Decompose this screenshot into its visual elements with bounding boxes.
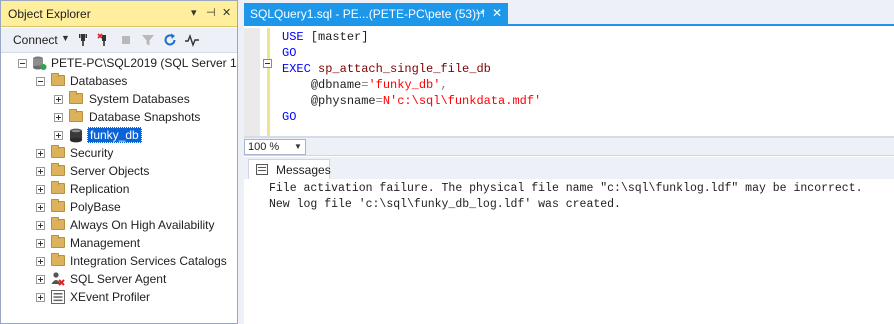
collapse-icon[interactable] bbox=[18, 59, 27, 68]
tree-label-system-databases: System Databases bbox=[89, 92, 190, 106]
expand-icon[interactable] bbox=[54, 113, 63, 122]
tree-node-integration-services[interactable]: Integration Services Catalogs bbox=[1, 253, 237, 271]
xevent-profiler-icon bbox=[51, 290, 65, 304]
folder-icon bbox=[51, 253, 65, 266]
expand-icon[interactable] bbox=[36, 203, 45, 212]
expand-icon[interactable] bbox=[36, 239, 45, 248]
message-line: File activation failure. The physical fi… bbox=[269, 182, 863, 195]
expand-icon[interactable] bbox=[36, 293, 45, 302]
query-tab-title: SQLQuery1.sql - PE...(PETE-PC\pete (53))… bbox=[250, 7, 485, 21]
connect-icon[interactable] bbox=[75, 32, 91, 48]
message-line: New log file 'c:\sql\funky_db_log.ldf' w… bbox=[269, 198, 621, 211]
folder-icon bbox=[51, 181, 65, 194]
tree-node-security[interactable]: Security bbox=[1, 145, 237, 163]
code-line: @physname=N'c:\sql\funkdata.mdf' bbox=[310, 94, 542, 108]
tree-label-always-on: Always On High Availability bbox=[70, 218, 215, 232]
tree-node-always-on[interactable]: Always On High Availability bbox=[1, 217, 237, 235]
messages-pane: File activation failure. The physical fi… bbox=[244, 179, 894, 324]
tree-label-databases: Databases bbox=[70, 74, 128, 88]
tree-label-replication: Replication bbox=[70, 182, 130, 196]
folder-icon bbox=[51, 145, 65, 158]
folder-icon bbox=[51, 217, 65, 230]
window-position-icon[interactable]: ▾ bbox=[191, 6, 197, 19]
filter-icon[interactable] bbox=[140, 32, 156, 48]
expand-icon[interactable] bbox=[36, 149, 45, 158]
tree-label-management: Management bbox=[70, 236, 141, 250]
tree-label-server-objects: Server Objects bbox=[70, 164, 150, 178]
editor-gutter bbox=[244, 28, 260, 136]
database-icon bbox=[70, 128, 82, 143]
auto-hide-pin-icon[interactable]: ⊣ bbox=[206, 6, 216, 19]
disconnect-icon[interactable] bbox=[96, 32, 112, 48]
tree-node-databases[interactable]: Databases bbox=[1, 73, 237, 91]
refresh-icon[interactable] bbox=[162, 32, 178, 48]
query-tab[interactable]: SQLQuery1.sql - PE...(PETE-PC\pete (53))… bbox=[244, 3, 508, 26]
tree-node-database-snapshots[interactable]: Database Snapshots bbox=[1, 109, 237, 127]
expand-icon[interactable] bbox=[36, 185, 45, 194]
messages-tab[interactable]: Messages bbox=[248, 159, 331, 179]
folder-icon bbox=[51, 235, 65, 248]
tree-node-funky-db[interactable]: funky_db bbox=[1, 127, 237, 145]
tree-label-integration-services: Integration Services Catalogs bbox=[70, 254, 227, 268]
folder-icon bbox=[51, 73, 65, 86]
tree-node-system-databases[interactable]: System Databases bbox=[1, 91, 237, 109]
zoom-dropdown[interactable]: 100 % ▼ bbox=[244, 139, 306, 155]
sql-editor[interactable]: USE [master] GO EXEC sp_attach_single_file… bbox=[282, 29, 541, 125]
chevron-down-icon: ▼ bbox=[294, 142, 302, 151]
sql-agent-icon bbox=[51, 272, 65, 286]
connect-button[interactable]: Connect bbox=[13, 33, 58, 47]
tree-label-database-snapshots: Database Snapshots bbox=[89, 110, 201, 124]
tree-label-sql-server-agent: SQL Server Agent bbox=[70, 272, 167, 286]
close-icon[interactable]: ✕ bbox=[222, 6, 231, 19]
tree-label-xevent-profiler: XEvent Profiler bbox=[70, 290, 151, 304]
tree-node-polybase[interactable]: PolyBase bbox=[1, 199, 237, 217]
stop-icon[interactable] bbox=[118, 32, 134, 48]
tree-label-polybase: PolyBase bbox=[70, 200, 121, 214]
server-icon bbox=[33, 56, 47, 70]
expand-icon[interactable] bbox=[54, 131, 63, 140]
tree-node-xevent-profiler[interactable]: XEvent Profiler bbox=[1, 289, 237, 307]
collapse-icon[interactable] bbox=[36, 77, 45, 86]
tree-label-server: PETE-PC\SQL2019 (SQL Server 15.0 bbox=[51, 56, 237, 70]
document-tab-strip: SQLQuery1.sql - PE...(PETE-PC\pete (53))… bbox=[244, 0, 894, 26]
folder-icon bbox=[51, 163, 65, 176]
object-explorer-title-bar: Object Explorer ▾ ⊣ ✕ bbox=[1, 1, 237, 27]
connect-dropdown-icon[interactable]: ▼ bbox=[61, 33, 70, 43]
close-tab-icon[interactable]: ✕ bbox=[492, 6, 502, 20]
object-explorer-panel: Object Explorer ▾ ⊣ ✕ Connect ▼ PETE-PC\… bbox=[0, 0, 238, 324]
expand-icon[interactable] bbox=[54, 95, 63, 104]
object-explorer-tree: PETE-PC\SQL2019 (SQL Server 15.0 Databas… bbox=[1, 53, 237, 323]
folder-icon bbox=[69, 109, 83, 122]
tree-node-management[interactable]: Management bbox=[1, 235, 237, 253]
zoom-bar: 100 % ▼ bbox=[244, 138, 894, 156]
pin-tab-icon[interactable]: ⊣ bbox=[475, 7, 485, 20]
code-line: EXEC sp_attach_single_file_db bbox=[282, 62, 491, 76]
tree-node-replication[interactable]: Replication bbox=[1, 181, 237, 199]
activity-monitor-icon[interactable] bbox=[184, 32, 200, 48]
zoom-value: 100 % bbox=[248, 141, 280, 153]
results-tab-strip: Messages bbox=[244, 157, 894, 179]
tree-node-sql-server-agent[interactable]: SQL Server Agent bbox=[1, 271, 237, 289]
code-line: @dbname='funky_db', bbox=[310, 78, 448, 92]
tree-label-security: Security bbox=[70, 146, 114, 160]
messages-icon bbox=[256, 164, 268, 175]
object-explorer-title: Object Explorer bbox=[8, 7, 91, 21]
tree-node-server-objects[interactable]: Server Objects bbox=[1, 163, 237, 181]
expand-icon[interactable] bbox=[36, 221, 45, 230]
code-line: GO bbox=[282, 110, 297, 124]
tree-node-server[interactable]: PETE-PC\SQL2019 (SQL Server 15.0 bbox=[1, 55, 237, 73]
expand-icon[interactable] bbox=[36, 167, 45, 176]
object-explorer-toolbar: Connect ▼ bbox=[1, 28, 237, 53]
folder-icon bbox=[69, 91, 83, 104]
expand-icon[interactable] bbox=[36, 257, 45, 266]
folder-icon bbox=[51, 199, 65, 212]
outline-margin bbox=[260, 28, 270, 136]
expand-icon[interactable] bbox=[36, 275, 45, 284]
code-line: GO bbox=[282, 46, 297, 60]
code-collapse-icon[interactable] bbox=[263, 59, 272, 68]
tree-label-funky-db: funky_db bbox=[87, 127, 142, 143]
messages-tab-label: Messages bbox=[276, 163, 331, 177]
code-line: USE [master] bbox=[282, 30, 369, 44]
